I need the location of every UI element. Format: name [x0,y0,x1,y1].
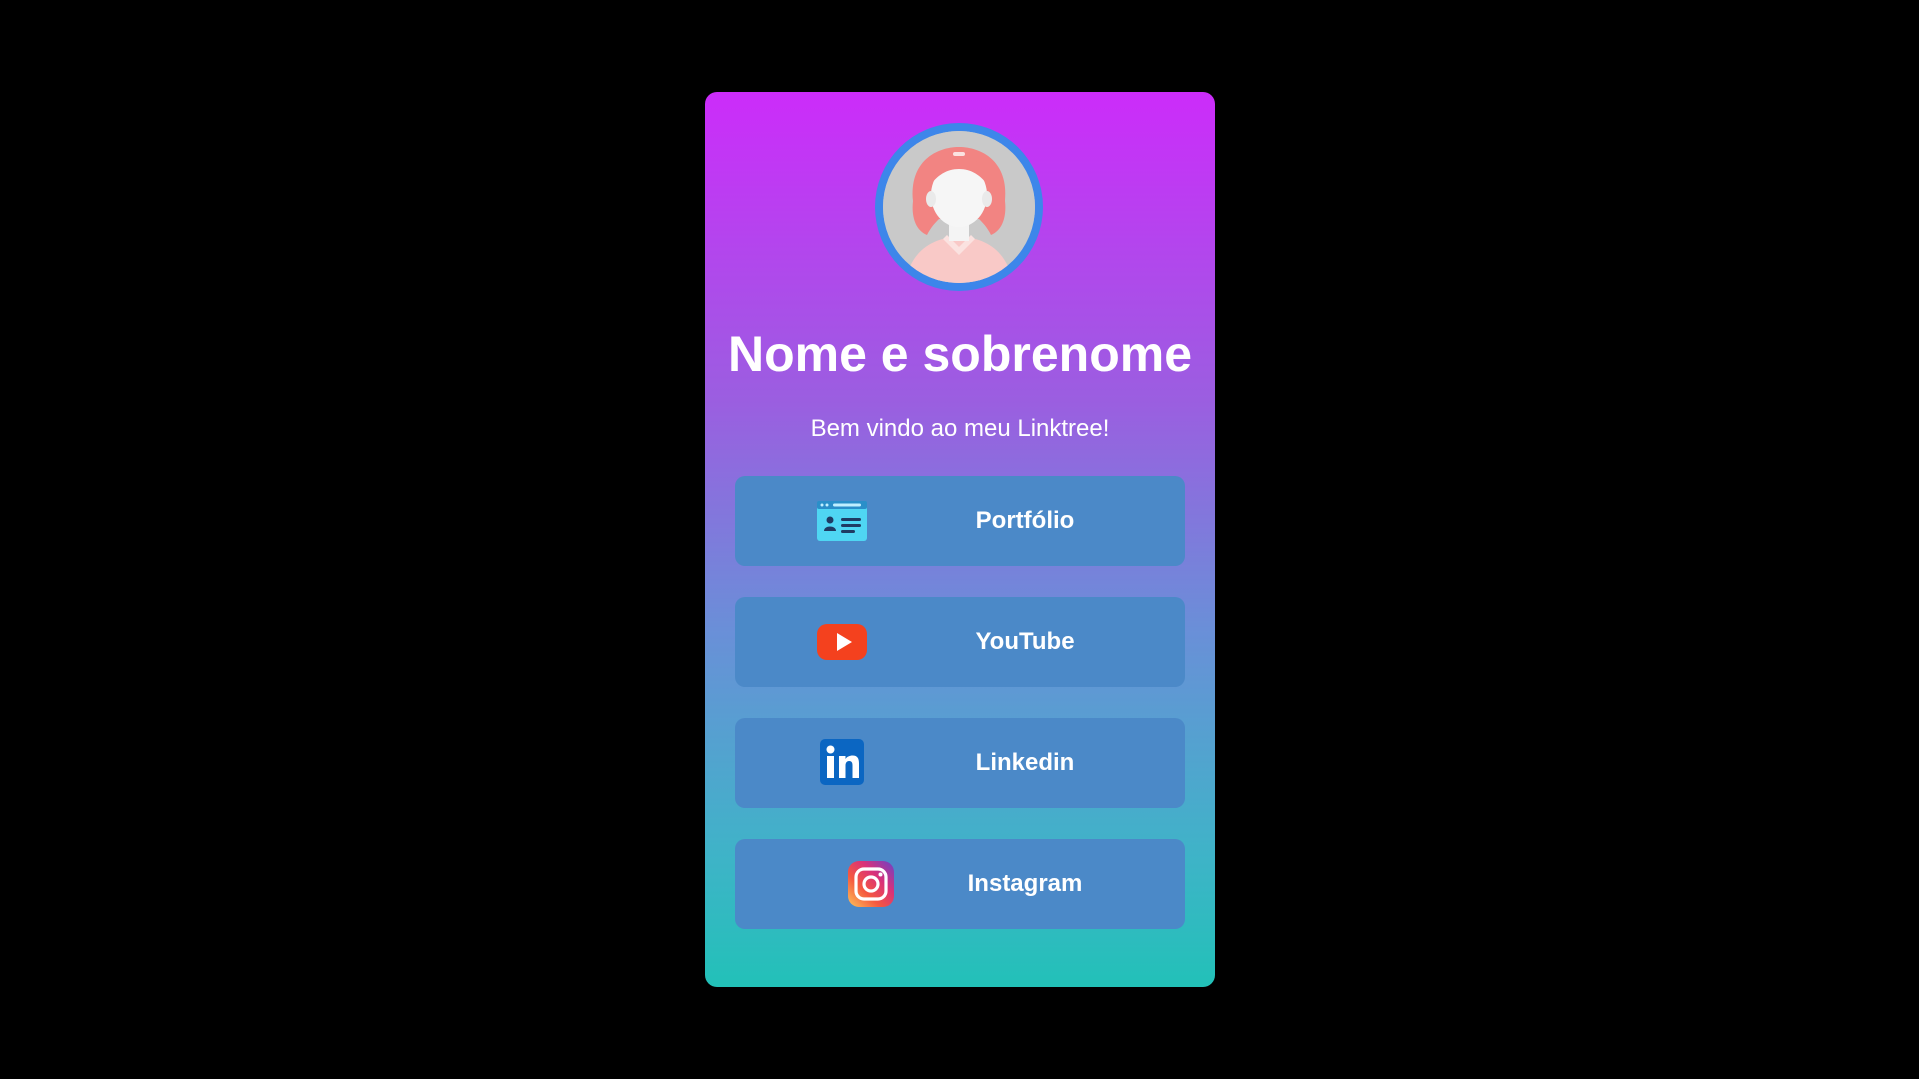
avatar [875,123,1043,291]
linktree-card: Nome e sobrenome Bem vindo ao meu Linktr… [705,92,1215,987]
avatar-image [883,131,1035,283]
instagram-icon [848,860,898,908]
youtube-link-label: YouTube [975,628,1075,655]
linkedin-link-label: Linkedin [975,749,1075,776]
profile-name: Nome e sobrenome [727,326,1192,382]
youtube-icon [817,618,867,666]
linkedin-icon [817,739,867,787]
instagram-link-label: Instagram [967,870,1083,897]
portfolio-link-button[interactable]: Portfólio [735,476,1185,566]
portfolio-link-label: Portfólio [975,507,1075,534]
woman-avatar-icon [883,131,1035,283]
portfolio-card-icon [817,497,867,545]
instagram-link-button[interactable]: Instagram [735,839,1185,929]
welcome-text: Bem vindo ao meu Linktree! [810,415,1110,442]
linkedin-link-button[interactable]: Linkedin [735,718,1185,808]
youtube-link-button[interactable]: YouTube [735,597,1185,687]
